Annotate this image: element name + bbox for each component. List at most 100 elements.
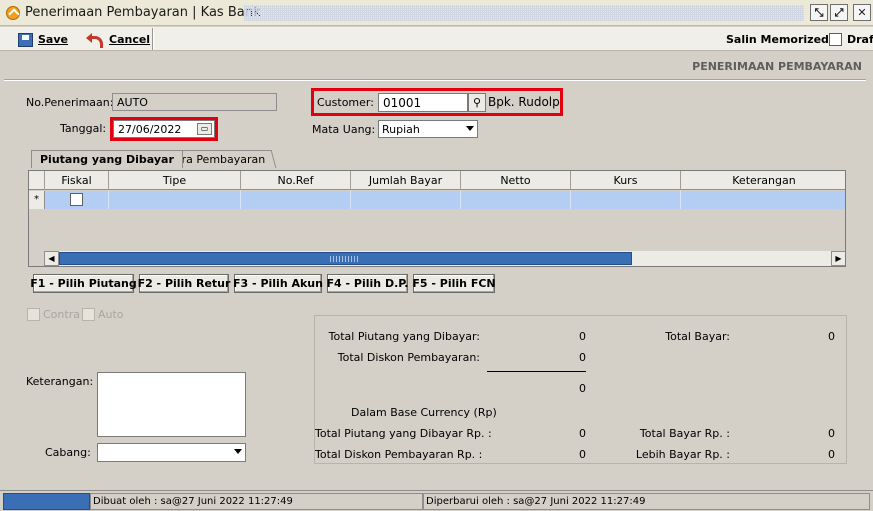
- contra-label: Contra: [43, 308, 80, 321]
- piutang-grid[interactable]: Fiskal Tipe No.Ref Jumlah Bayar Netto Ku…: [28, 170, 846, 267]
- scrollbar-grip: [330, 256, 360, 262]
- chevron-down-icon: [466, 126, 474, 131]
- column-header-tipe[interactable]: Tipe: [109, 171, 241, 190]
- total-diskon-value: 0: [579, 351, 586, 364]
- total-diskon-rp-value: 0: [579, 448, 586, 461]
- window-title: Penerimaan Pembayaran | Kas Bank: [25, 5, 261, 20]
- cell-keterangan[interactable]: [681, 191, 845, 209]
- no-penerimaan-field: AUTO: [112, 93, 277, 111]
- cell-fiskal[interactable]: [45, 191, 109, 209]
- salin-memorized-button[interactable]: Salin Memorized: [726, 31, 829, 48]
- mata-uang-label: Mata Uang:: [312, 123, 376, 136]
- total-diskon-label: Total Diskon Pembayaran:: [337, 351, 480, 364]
- column-header-fiskal[interactable]: Fiskal: [45, 171, 109, 190]
- keterangan-textarea[interactable]: [97, 372, 246, 437]
- cabang-select[interactable]: [97, 443, 246, 462]
- customer-label: Customer:: [317, 96, 374, 109]
- total-piutang-label: Total Piutang yang Dibayar:: [328, 330, 480, 343]
- row-marker: *: [29, 191, 45, 209]
- pilih-piutang-button[interactable]: F1 - Pilih Piutang: [30, 274, 137, 293]
- pilih-retur-button[interactable]: F2 - Pilih Retur: [138, 274, 230, 293]
- keterangan-label: Keterangan:: [26, 375, 94, 388]
- tanggal-label: Tanggal:: [60, 122, 107, 135]
- mata-uang-value: Rupiah: [382, 122, 420, 136]
- toolbar: Save Cancel Salin Memorized Draft: [0, 27, 873, 51]
- undo-icon: [86, 32, 104, 48]
- contra-checkbox-box[interactable]: [27, 308, 40, 321]
- no-penerimaan-label: No.Penerimaan:: [26, 96, 114, 109]
- cabang-label: Cabang:: [45, 446, 91, 459]
- tab-piutang[interactable]: Piutang yang Dibayar: [31, 150, 183, 168]
- customer-name: Bpk. Rudolp: [488, 95, 560, 109]
- total-piutang-rp-value: 0: [579, 427, 586, 440]
- total-bayar-value: 0: [828, 330, 835, 343]
- auto-checkbox-box[interactable]: [82, 308, 95, 321]
- app-icon: [6, 6, 20, 20]
- customer-search-icon[interactable]: ⚲: [468, 93, 486, 112]
- horizontal-scrollbar[interactable]: ◀ ▶: [44, 251, 845, 266]
- save-button[interactable]: Save: [18, 31, 68, 48]
- mata-uang-select[interactable]: Rupiah: [378, 120, 478, 138]
- cancel-button[interactable]: Cancel: [86, 31, 150, 48]
- cell-noref[interactable]: [241, 191, 351, 209]
- cell-kurs[interactable]: [571, 191, 681, 209]
- close-icon[interactable]: ✕: [853, 4, 871, 21]
- column-header-kurs[interactable]: Kurs: [571, 171, 681, 190]
- restore-icon[interactable]: ⤡: [810, 4, 828, 21]
- calendar-icon[interactable]: ▭: [197, 123, 212, 135]
- auto-label: Auto: [98, 308, 124, 321]
- header-divider: [4, 79, 866, 81]
- title-bar-drag-area[interactable]: [244, 5, 804, 21]
- total-bayar-rp-label: Total Bayar Rp. :: [639, 427, 730, 440]
- status-indicator: [3, 493, 90, 510]
- draft-checkbox[interactable]: Draft: [829, 31, 873, 48]
- auto-checkbox[interactable]: Auto: [82, 308, 124, 321]
- contra-checkbox[interactable]: Contra: [27, 308, 80, 321]
- pilih-dp-button[interactable]: F4 - Pilih D.P.: [327, 274, 408, 293]
- maximize-icon[interactable]: ⤢: [830, 4, 848, 21]
- column-header-noref[interactable]: No.Ref: [241, 171, 351, 190]
- save-button-label: Save: [38, 33, 68, 46]
- scroll-right-icon[interactable]: ▶: [831, 251, 845, 266]
- column-header-keterangan[interactable]: Keterangan: [681, 171, 845, 190]
- grid-corner: [29, 171, 45, 190]
- title-bar: Penerimaan Pembayaran | Kas Bank ⤡ ⤢ ✕: [0, 0, 873, 26]
- lebih-bayar-rp-value: 0: [828, 448, 835, 461]
- cell-netto[interactable]: [461, 191, 571, 209]
- scrollbar-thumb[interactable]: [59, 252, 632, 265]
- customer-code-field[interactable]: 01001: [378, 93, 468, 112]
- status-created: Dibuat oleh : sa@27 Juni 2022 11:27:49: [90, 493, 423, 510]
- base-currency-label: Dalam Base Currency (Rp): [351, 406, 497, 419]
- total-bayar-label: Total Bayar:: [665, 330, 730, 343]
- scroll-left-icon[interactable]: ◀: [44, 251, 59, 266]
- grid-header: Fiskal Tipe No.Ref Jumlah Bayar Netto Ku…: [29, 171, 845, 190]
- toolbar-separator: [152, 28, 154, 50]
- tanggal-value: 27/06/2022: [118, 122, 182, 136]
- save-icon: [18, 32, 33, 47]
- status-bar: Dibuat oleh : sa@27 Juni 2022 11:27:49 D…: [0, 490, 873, 511]
- column-header-netto[interactable]: Netto: [461, 171, 571, 190]
- subtotal-divider: [487, 371, 586, 372]
- total-piutang-value: 0: [579, 330, 586, 343]
- tanggal-field[interactable]: 27/06/2022 ▭: [113, 120, 215, 138]
- column-header-jumlah-bayar[interactable]: Jumlah Bayar: [351, 171, 461, 190]
- total-diskon-rp-label: Total Diskon Pembayaran Rp. :: [315, 448, 483, 461]
- subtotal-value: 0: [579, 382, 586, 395]
- cancel-button-label: Cancel: [109, 33, 151, 46]
- draft-checkbox-box[interactable]: [829, 33, 842, 46]
- status-updated: Diperbarui oleh : sa@27 Juni 2022 11:27:…: [423, 493, 870, 510]
- tab-piutang-label: Piutang yang Dibayar: [40, 153, 174, 166]
- draft-label: Draft: [847, 33, 873, 46]
- page-title: PENERIMAAN PEMBAYARAN: [692, 60, 862, 73]
- fiskal-checkbox[interactable]: [70, 193, 83, 206]
- total-piutang-rp-label: Total Piutang yang Dibayar Rp. :: [315, 427, 492, 440]
- table-row[interactable]: *: [29, 191, 845, 209]
- chevron-down-icon: [234, 449, 242, 454]
- total-bayar-rp-value: 0: [828, 427, 835, 440]
- cell-jumlah-bayar[interactable]: [351, 191, 461, 209]
- pilih-fcn-button[interactable]: F5 - Pilih FCN: [412, 274, 496, 293]
- salin-memorized-label: Salin Memorized: [726, 33, 829, 46]
- lebih-bayar-rp-label: Lebih Bayar Rp. :: [635, 448, 730, 461]
- cell-tipe[interactable]: [109, 191, 241, 209]
- pilih-akun-button[interactable]: F3 - Pilih Akun: [233, 274, 323, 293]
